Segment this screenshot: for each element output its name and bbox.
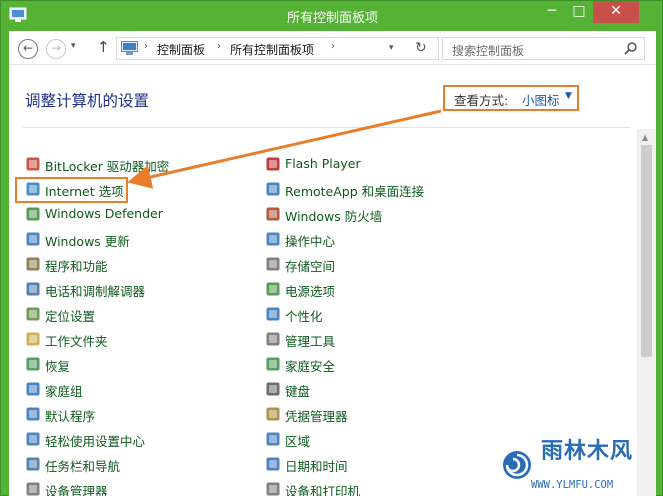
close-button[interactable]: ✕ (593, 1, 639, 23)
watermark-title: 雨林木风 (541, 438, 634, 464)
address-dropdown-icon[interactable]: ▾ (389, 43, 394, 53)
forward-button[interactable]: → (46, 39, 66, 59)
watermark-logo: 雨林木风 WWW.YLMFU.COM (501, 433, 661, 495)
breadcrumb-separator: › (144, 41, 148, 52)
control-panel-icon (121, 41, 138, 55)
title-bar[interactable]: 所有控制面板项 ─ □ ✕ (1, 1, 663, 31)
up-button[interactable]: ↑ (97, 38, 110, 56)
navigation-bar: ← → ▾ ↑ › 控制面板 › 所有控制面板项 › ▾ ↻ 搜索控制面板 (9, 31, 656, 65)
recent-locations-dropdown[interactable]: ▾ (71, 41, 76, 51)
search-icon[interactable] (624, 41, 638, 55)
control-panel-window: 所有控制面板项 ─ □ ✕ ← → ▾ ↑ › 控制面板 › 所有控制面板项 ›… (0, 0, 663, 496)
address-bar[interactable]: › 控制面板 › 所有控制面板项 › ▾ ↻ (116, 37, 439, 60)
refresh-icon[interactable]: ↻ (415, 40, 427, 56)
breadcrumb-separator: › (331, 41, 335, 52)
search-box[interactable]: 搜索控制面板 (442, 37, 645, 60)
watermark-url: WWW.YLMFU.COM (531, 479, 614, 491)
annotation-arrow (127, 109, 442, 189)
swirl-logo-icon (503, 451, 531, 479)
minimize-button[interactable]: ─ (539, 1, 565, 23)
breadcrumb-separator: › (217, 41, 221, 52)
content-pane: 调整计算机的设置 查看方式: 小图标 ▼ BitLocker 驱动器加密 Inte… (9, 65, 656, 496)
breadcrumb-control-panel[interactable]: 控制面板 (157, 41, 205, 58)
back-button[interactable]: ← (18, 39, 38, 59)
maximize-button[interactable]: □ (566, 1, 592, 23)
breadcrumb-all-items[interactable]: 所有控制面板项 (230, 41, 314, 58)
search-placeholder: 搜索控制面板 (452, 44, 525, 58)
